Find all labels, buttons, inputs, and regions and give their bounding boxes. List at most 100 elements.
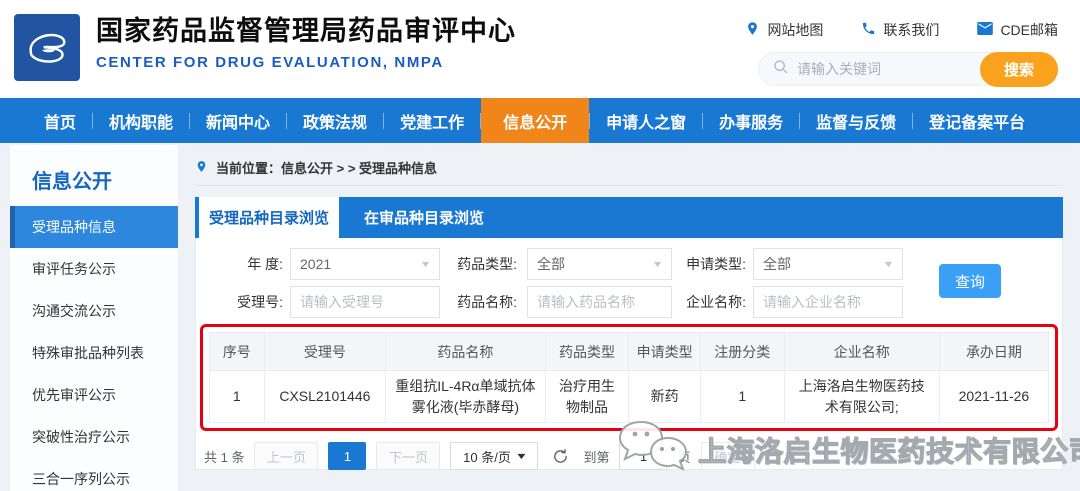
mail-icon	[977, 22, 994, 38]
chevron-down-icon: ▼	[419, 259, 432, 269]
year-label: 年 度:	[247, 256, 283, 272]
cde-mail-label: CDE邮箱	[1000, 22, 1058, 38]
drug-name-input[interactable]	[527, 286, 672, 318]
site-title: 国家药品监督管理局药品审评中心	[96, 16, 516, 46]
tabbar: 受理品种目录浏览 在审品种目录浏览	[195, 197, 1063, 238]
contact-link[interactable]: 联系我们	[861, 20, 939, 40]
site-subtitle: CENTER FOR DRUG EVALUATION, NMPA	[96, 54, 444, 71]
sidebar-item-communication[interactable]: 沟通交流公示	[10, 290, 178, 332]
main-nav: 首页 机构职能 新闻中心 政策法规 党建工作 信息公开 申请人之窗 办事服务 监…	[0, 98, 1080, 143]
year-select[interactable]: 2021 ▼	[290, 248, 440, 280]
keyword-search-input[interactable]	[797, 61, 967, 77]
nav-item-news[interactable]: 新闻中心	[190, 98, 286, 143]
next-page-button[interactable]: 下一页	[376, 442, 441, 470]
header-searchbar: 搜索	[758, 52, 1058, 87]
cell-acceptance-no: CXSL2101446	[263, 370, 387, 423]
nav-item-party[interactable]: 党建工作	[384, 98, 480, 143]
drug-type-select[interactable]: 全部 ▼	[527, 248, 672, 280]
page: 国家药品监督管理局药品审评中心 CENTER FOR DRUG EVALUATI…	[0, 0, 1080, 491]
site-title-block: 国家药品监督管理局药品审评中心 CENTER FOR DRUG EVALUATI…	[96, 14, 516, 71]
apply-type-label: 申请类型:	[686, 256, 746, 272]
main-content: 当前位置：信息公开 > > 受理品种信息 受理品种目录浏览 在审品种目录浏览 年…	[195, 150, 1063, 470]
nav-item-supervision[interactable]: 监督与反馈	[800, 98, 912, 143]
sitemap-label: 网站地图	[767, 22, 824, 38]
col-apply-type: 申请类型	[628, 332, 701, 371]
chevron-down-icon: ▼	[651, 259, 664, 269]
nav-item-policy[interactable]: 政策法规	[287, 98, 383, 143]
company-name-label: 企业名称:	[686, 294, 746, 310]
results-table: 序号 受理号 药品名称 药品类型 申请类型 注册分类 企业名称 承办日期 1 C…	[209, 332, 1050, 423]
nav-item-home[interactable]: 首页	[28, 98, 92, 143]
pagination: 共 1 条 上一页 1 下一页 10 条/页 ▼ 到第 页 确定	[204, 442, 1062, 470]
query-button[interactable]: 查询	[939, 264, 1001, 298]
table-row: 1 CXSL2101446 重组抗IL-4Rα单域抗体雾化液(毕赤酵母) 治疗用…	[209, 370, 1050, 423]
goto-unit: 页	[677, 449, 691, 465]
chevron-down-icon: ▼	[882, 259, 895, 269]
header-quick-links: 网站地图 联系我们 CDE邮箱	[745, 20, 1058, 40]
sidebar-item-three-in-one[interactable]: 三合一序列公示	[10, 458, 178, 491]
col-acceptance-no: 受理号	[263, 332, 387, 371]
nav-item-info-disclosure[interactable]: 信息公开	[481, 98, 590, 143]
filter-form: 年 度: 2021 ▼ 药品类型: 全部 ▼ 申请类型: 全部 ▼ 受理号: 请…	[196, 238, 1062, 318]
drug-type-label: 药品类型:	[457, 256, 517, 272]
breadcrumb-pin-icon	[195, 160, 208, 176]
content-panel: 年 度: 2021 ▼ 药品类型: 全部 ▼ 申请类型: 全部 ▼ 受理号: 请…	[195, 238, 1063, 470]
cell-seq: 1	[209, 370, 265, 423]
nav-item-services[interactable]: 办事服务	[703, 98, 799, 143]
table-header-row: 序号 受理号 药品名称 药品类型 申请类型 注册分类 企业名称 承办日期	[209, 332, 1050, 371]
col-undertake-date: 承办日期	[938, 332, 1050, 371]
highlight-annotation-box: 序号 受理号 药品名称 药品类型 申请类型 注册分类 企业名称 承办日期 1 C…	[200, 324, 1058, 431]
nav-item-registration-platform[interactable]: 登记备案平台	[913, 98, 1041, 143]
cell-drug-type: 治疗用生物制品	[544, 370, 630, 423]
cell-undertake-date: 2021-11-26	[938, 370, 1050, 423]
apply-type-value: 全部	[763, 256, 791, 272]
apply-type-select[interactable]: 全部 ▼	[753, 248, 903, 280]
year-value: 2021	[300, 256, 332, 272]
tab-under-review-catalog[interactable]: 在审品种目录浏览	[339, 197, 509, 238]
cell-apply-type: 新药	[628, 370, 701, 423]
sidebar-item-priority-review[interactable]: 优先审评公示	[10, 374, 178, 416]
cell-registration-class: 1	[699, 370, 785, 423]
cde-mail-link[interactable]: CDE邮箱	[977, 20, 1058, 40]
tab-accepted-catalog[interactable]: 受理品种目录浏览	[199, 197, 339, 238]
goto-page-input[interactable]	[619, 442, 668, 470]
page-size-select[interactable]: 10 条/页 ▼	[450, 442, 539, 470]
breadcrumb: 当前位置：信息公开 > > 受理品种信息	[195, 150, 1063, 186]
cell-drug-name: 重组抗IL-4Rα单域抗体雾化液(毕赤酵母)	[385, 370, 546, 423]
goto-confirm-button[interactable]: 确定	[700, 442, 755, 470]
cell-company: 上海洛启生物医药技术有限公司;	[783, 370, 940, 423]
acceptance-no-label: 受理号:	[237, 294, 283, 310]
nav-item-applicant[interactable]: 申请人之窗	[590, 98, 702, 143]
col-company: 企业名称	[783, 332, 940, 371]
drug-type-value: 全部	[537, 256, 565, 272]
current-page-button[interactable]: 1	[328, 442, 367, 470]
map-pin-icon	[745, 21, 760, 39]
breadcrumb-text: 当前位置：信息公开 > > 受理品种信息	[216, 161, 438, 176]
header: 国家药品监督管理局药品审评中心 CENTER FOR DRUG EVALUATI…	[0, 0, 1080, 98]
sidebar-item-review-tasks[interactable]: 审评任务公示	[10, 248, 178, 290]
goto-label: 到第	[583, 449, 610, 465]
prev-page-button[interactable]: 上一页	[254, 442, 319, 470]
sitemap-link[interactable]: 网站地图	[745, 20, 823, 40]
sidebar-item-breakthrough-therapy[interactable]: 突破性治疗公示	[10, 416, 178, 458]
nav-item-functions[interactable]: 机构职能	[93, 98, 189, 143]
col-drug-name: 药品名称	[385, 332, 546, 371]
phone-icon	[861, 21, 876, 39]
company-name-input[interactable]	[753, 286, 903, 318]
filter-row-1: 年 度: 2021 ▼ 药品类型: 全部 ▼ 申请类型: 全部 ▼	[223, 248, 1062, 280]
total-count: 共 1 条	[204, 449, 245, 465]
sidebar-title: 信息公开	[32, 171, 112, 193]
page-size-value: 10 条/页	[463, 449, 511, 465]
sidebar-item-accepted-varieties[interactable]: 受理品种信息	[10, 206, 178, 248]
refresh-icon[interactable]	[552, 448, 569, 465]
sidebar: 信息公开 受理品种信息 审评任务公示 沟通交流公示 特殊审批品种列表 优先审评公…	[10, 145, 178, 491]
drug-name-label: 药品名称:	[457, 294, 517, 310]
col-seq: 序号	[209, 332, 265, 371]
chevron-down-icon: ▼	[514, 451, 528, 461]
filter-row-2: 受理号: 药品名称: 企业名称:	[223, 286, 1062, 318]
acceptance-no-input[interactable]	[290, 286, 440, 318]
col-registration-class: 注册分类	[699, 332, 785, 371]
sidebar-item-special-approval[interactable]: 特殊审批品种列表	[10, 332, 178, 374]
search-icon	[773, 59, 789, 80]
search-button[interactable]: 搜索	[980, 52, 1058, 87]
